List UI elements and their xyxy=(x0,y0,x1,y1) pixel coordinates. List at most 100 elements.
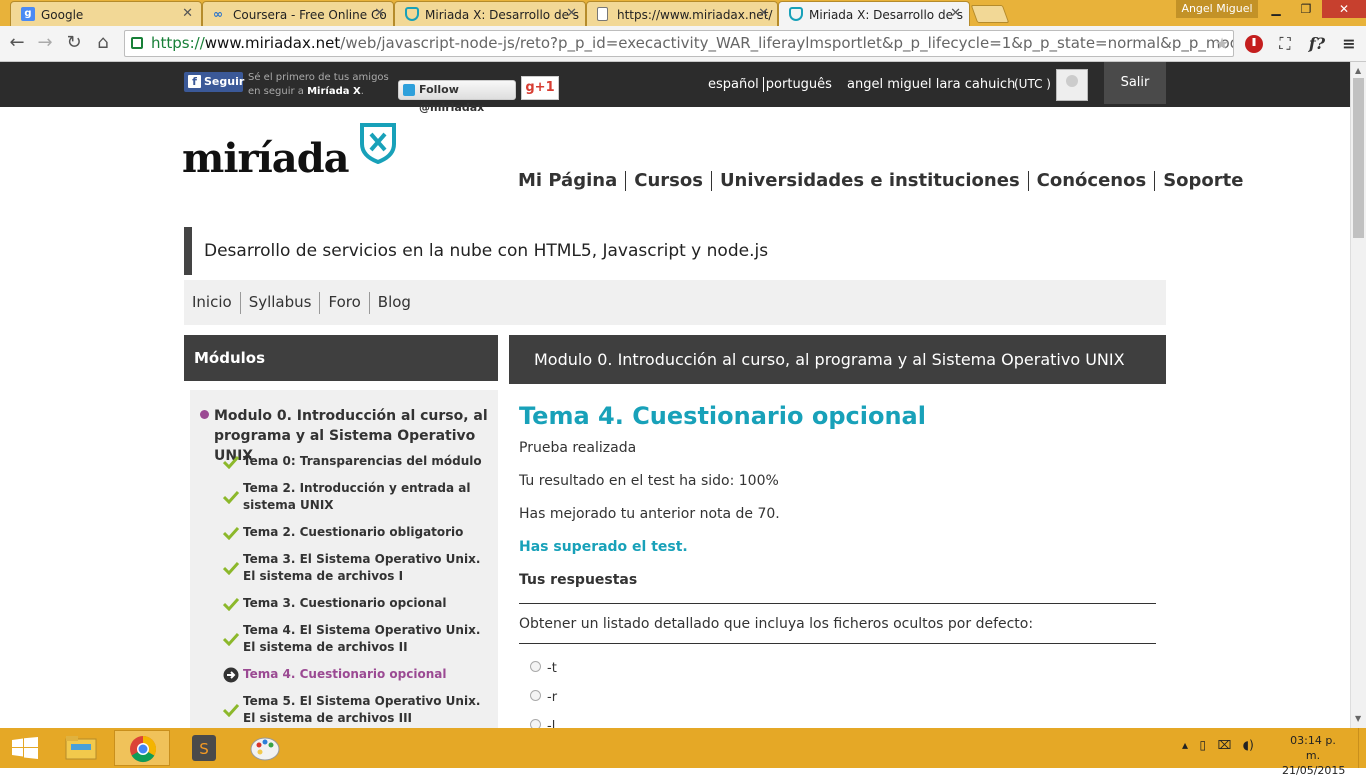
check-icon xyxy=(222,596,240,612)
tab-title: Google xyxy=(41,8,84,22)
new-tab-button[interactable] xyxy=(970,5,1010,23)
reload-icon[interactable]: ↻ xyxy=(63,32,85,54)
sidebar-item[interactable]: Tema 3. Cuestionario opcional xyxy=(243,595,483,612)
fb-text-brand[interactable]: Miríada X xyxy=(307,86,361,97)
tab-title: Miriada X: Desarrollo de s xyxy=(425,8,580,22)
tab-title: https://www.miriadax.net/ xyxy=(617,8,773,22)
show-desktop-button[interactable] xyxy=(1358,728,1366,768)
menu-cursos[interactable]: Cursos xyxy=(626,170,711,191)
user-name-link[interactable]: angel miguel lara cahuich xyxy=(847,77,1015,92)
sidebar-item[interactable]: Tema 0: Transparencias del módulo xyxy=(243,453,483,470)
minimize-icon[interactable]: ▁ xyxy=(1262,0,1290,18)
back-icon[interactable]: ← xyxy=(6,32,28,54)
logout-button[interactable]: Salir xyxy=(1104,62,1166,104)
page-scrollbar[interactable]: ▲ ▼ xyxy=(1350,62,1366,728)
menu-universidades[interactable]: Universidades e instituciones xyxy=(712,170,1028,191)
miriada-icon xyxy=(405,7,419,21)
windows-start-icon[interactable] xyxy=(12,737,38,759)
twitter-button-label: Follow @miriadax xyxy=(419,83,485,114)
google-icon: g xyxy=(21,7,35,21)
modules-sidebar: Modulo 0. Introducción al curso, al prog… xyxy=(190,390,498,728)
fullscreen-icon[interactable]: ⛶ xyxy=(1273,32,1297,56)
miriada-icon xyxy=(789,7,803,21)
sidebar-item[interactable]: Tema 4. El Sistema Operativo Unix. El si… xyxy=(243,622,483,656)
tab-title: Coursera - Free Online Co xyxy=(233,8,387,22)
fb-button-label: Seguir xyxy=(204,75,245,88)
course-nav-syllabus[interactable]: Syllabus xyxy=(241,280,320,325)
close-icon[interactable]: ✕ xyxy=(182,6,193,21)
font-finder-icon[interactable]: f? xyxy=(1305,32,1329,56)
chrome-menu-icon[interactable]: ≡ xyxy=(1337,32,1361,56)
bookmark-star-icon[interactable]: ★ xyxy=(1210,32,1234,56)
logo-shield-icon xyxy=(359,122,397,165)
page-title: Tema 4. Cuestionario opcional xyxy=(519,402,926,430)
course-nav-foro[interactable]: Foro xyxy=(320,280,368,325)
course-title: Desarrollo de servicios en la nube con H… xyxy=(184,227,784,275)
tab-title: Miriada X: Desarrollo de s xyxy=(809,8,964,22)
site-logo[interactable]: miríada xyxy=(182,135,350,182)
paint-icon[interactable] xyxy=(238,730,294,766)
sidebar-item-current[interactable]: Tema 4. Cuestionario opcional xyxy=(243,666,483,683)
question-text: Obtener un listado detallado que incluya… xyxy=(519,616,1034,632)
check-icon xyxy=(222,525,240,541)
avatar[interactable] xyxy=(1056,69,1088,101)
course-nav-blog[interactable]: Blog xyxy=(370,280,419,325)
close-icon[interactable]: ✕ xyxy=(950,6,961,21)
scroll-up-icon[interactable]: ▲ xyxy=(1355,66,1361,75)
sidebar-item[interactable]: Tema 2. Cuestionario obligatorio xyxy=(243,524,483,541)
browser-tab-miriada-1[interactable]: Miriada X: Desarrollo de s ✕ xyxy=(394,1,586,26)
answer-label: -r xyxy=(547,690,558,705)
home-icon[interactable]: ⌂ xyxy=(92,32,114,54)
sublime-text-icon[interactable]: S xyxy=(176,730,232,766)
scrollbar-thumb[interactable] xyxy=(1353,78,1364,238)
sidebar-item[interactable]: Tema 3. El Sistema Operativo Unix. El si… xyxy=(243,551,483,585)
browser-tab-miriada-active[interactable]: Miriada X: Desarrollo de s ✕ xyxy=(778,1,970,26)
clock-time: 03:14 p. m. xyxy=(1290,734,1336,762)
sidebar-item[interactable]: Tema 2. Introducción y entrada al sistem… xyxy=(243,480,483,514)
chrome-taskbar-icon[interactable] xyxy=(114,730,170,766)
sidebar-item[interactable]: Tema 5. El Sistema Operativo Unix. El si… xyxy=(243,693,483,727)
test-passed-message: Has superado el test. xyxy=(519,539,688,555)
taskbar-clock[interactable]: 03:14 p. m. 21/05/2015 xyxy=(1282,733,1346,778)
facebook-follow-button[interactable]: f Seguir xyxy=(184,72,245,92)
lang-pt-link[interactable]: português xyxy=(766,77,832,92)
coursera-icon: ∞ xyxy=(213,7,223,21)
close-window-icon[interactable]: ✕ xyxy=(1322,0,1366,18)
forward-icon[interactable]: → xyxy=(34,32,56,54)
profile-badge[interactable]: Angel Miguel xyxy=(1176,0,1258,18)
test-result: Tu resultado en el test ha sido: 100% xyxy=(519,473,779,489)
answer-radio[interactable] xyxy=(530,690,541,701)
facebook-social-text: Sé el primero de tus amigos en seguir a … xyxy=(248,71,396,99)
twitter-follow-button[interactable]: Follow @miriadax xyxy=(398,80,516,114)
clock-date: 21/05/2015 xyxy=(1282,764,1346,777)
browser-toolbar: ← → ↻ ⌂ https://www.miriadax.net/web/jav… xyxy=(0,26,1366,62)
check-icon xyxy=(222,631,240,647)
browser-tab-google[interactable]: g Google ✕ xyxy=(10,1,202,26)
modules-header: Módulos xyxy=(184,335,498,381)
file-explorer-icon[interactable] xyxy=(54,730,110,766)
address-bar[interactable]: https://www.miriadax.net/web/javascript-… xyxy=(124,30,1234,57)
menu-soporte[interactable]: Soporte xyxy=(1155,170,1251,191)
answer-radio[interactable] xyxy=(530,661,541,672)
browser-tab-coursera[interactable]: ∞ Coursera - Free Online Co ✕ xyxy=(202,1,394,26)
lang-es-link[interactable]: español xyxy=(708,77,759,92)
divider xyxy=(519,643,1156,644)
course-nav-inicio[interactable]: Inicio xyxy=(184,280,240,325)
test-improvement: Has mejorado tu anterior nota de 70. xyxy=(519,506,780,522)
answer-label: -t xyxy=(547,661,557,676)
page-icon xyxy=(597,7,608,21)
lock-icon xyxy=(131,37,143,49)
browser-tab-miriada-url[interactable]: https://www.miriadax.net/ ✕ xyxy=(586,1,778,26)
system-tray[interactable]: ▴ ▯ ⌧ ◖) xyxy=(1182,738,1254,752)
close-icon[interactable]: ✕ xyxy=(758,6,769,21)
google-plus-button[interactable]: g+1 xyxy=(521,76,559,100)
menu-conocenos[interactable]: Conócenos xyxy=(1029,170,1155,191)
menu-mi-pagina[interactable]: Mi Página xyxy=(510,170,625,191)
close-icon[interactable]: ✕ xyxy=(374,6,385,21)
close-icon[interactable]: ✕ xyxy=(566,6,577,21)
scroll-down-icon[interactable]: ▼ xyxy=(1355,714,1361,723)
adblock-icon[interactable] xyxy=(1242,32,1266,56)
check-icon xyxy=(222,454,240,470)
answers-heading: Tus respuestas xyxy=(519,572,638,588)
restore-icon[interactable]: ❐ xyxy=(1292,0,1320,18)
